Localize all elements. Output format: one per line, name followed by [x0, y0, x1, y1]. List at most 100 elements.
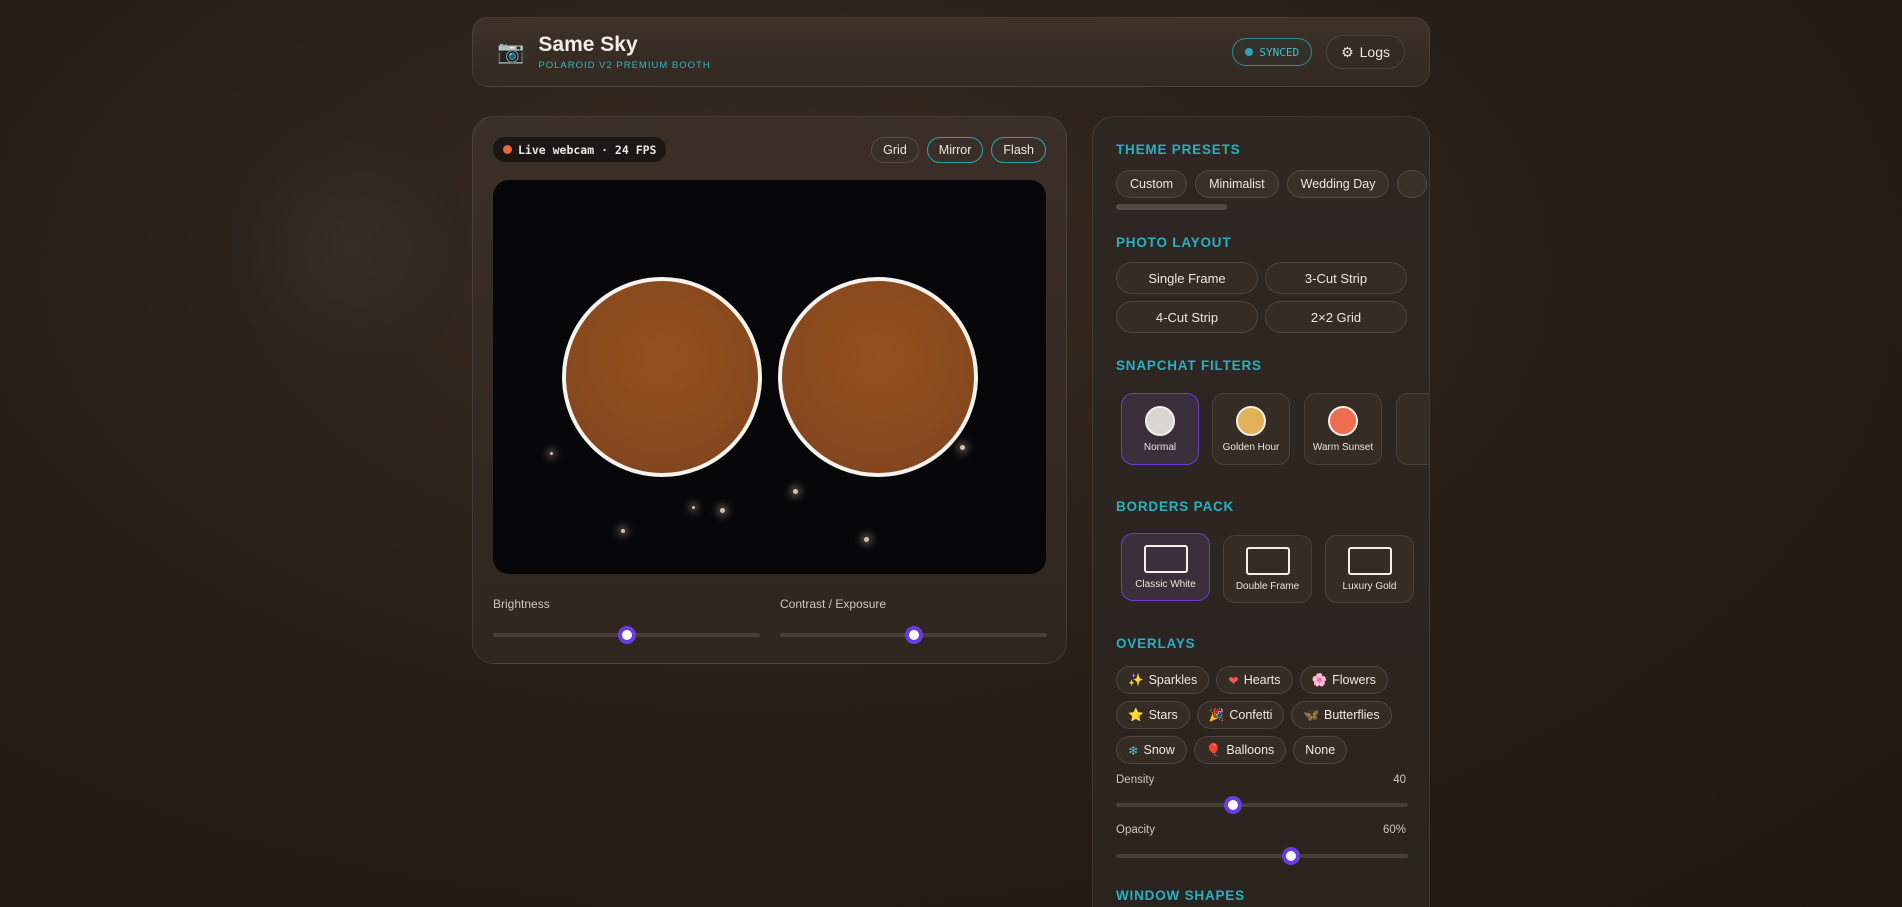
flash-toggle[interactable]: Flash [991, 137, 1046, 163]
frame-icon [1347, 546, 1392, 575]
overlay-label: Flowers [1332, 673, 1376, 687]
layout-4-cut-strip[interactable]: 4-Cut Strip [1116, 301, 1258, 333]
border-label: Double Frame [1235, 580, 1300, 592]
sync-status-badge: SYNCED [1232, 38, 1313, 66]
overlay-butterflies[interactable]: 🦋 Butterflies [1291, 701, 1392, 729]
overlay-label: Confetti [1229, 708, 1273, 722]
sparkle [720, 508, 725, 513]
logs-label: Logs [1359, 44, 1390, 60]
brightness-thumb[interactable] [617, 626, 636, 644]
overlay-none[interactable]: None [1293, 736, 1348, 764]
layout-2x2-grid[interactable]: 2×2 Grid [1265, 301, 1407, 333]
snowflake-icon: ❄ [1128, 743, 1139, 758]
overlay-balloons[interactable]: 🎈 Balloons [1193, 736, 1287, 764]
filter-swatch [1145, 405, 1175, 436]
filter-normal[interactable]: Normal [1121, 393, 1199, 465]
overlay-label: Balloons [1226, 743, 1275, 757]
preset-minimalist[interactable]: Minimalist [1195, 170, 1279, 198]
overlay-label: Sparkles [1148, 673, 1198, 687]
sparkle [793, 489, 798, 494]
theme-presets-title: THEME PRESETS [1116, 142, 1241, 157]
filters-title: SNAPCHAT FILTERS [1116, 358, 1262, 373]
overlays-title: OVERLAYS [1116, 636, 1196, 651]
density-slider[interactable] [1116, 796, 1408, 814]
borders-title: BORDERS PACK [1116, 499, 1235, 514]
preset-custom[interactable]: Custom [1116, 170, 1188, 198]
controls-panel: THEME PRESETS Custom Minimalist Wedding … [1092, 116, 1430, 907]
overlays-row: ❄ Snow 🎈 Balloons None [1116, 736, 1348, 764]
border-double-frame[interactable]: Double Frame [1223, 535, 1312, 603]
overlay-snow[interactable]: ❄ Snow [1116, 736, 1187, 764]
filter-label: Golden Hour [1222, 441, 1280, 453]
filter-warm-sunset[interactable]: Warm Sunset [1304, 393, 1382, 465]
contrast-control: Contrast / Exposure [780, 597, 1047, 644]
live-label: Live webcam · 24 FPS [518, 142, 657, 157]
window-shapes-title: WINDOW SHAPES [1116, 888, 1245, 903]
sparkles-icon: ✨ [1128, 672, 1144, 687]
preset-wedding-day[interactable]: Wedding Day [1286, 170, 1390, 198]
opacity-thumb[interactable] [1282, 847, 1301, 865]
sparkle [550, 452, 553, 455]
overlay-flowers[interactable]: 🌸 Flowers [1299, 666, 1388, 694]
overlays-row: ⭐ Stars 🎉 Confetti 🦋 Butterflies [1116, 701, 1392, 729]
sync-dot-icon [1245, 48, 1254, 56]
window-portal-left [562, 277, 762, 477]
window-portal-right [778, 277, 978, 477]
border-classic-white[interactable]: Classic White [1121, 533, 1210, 601]
overlay-sparkles[interactable]: ✨ Sparkles [1116, 666, 1210, 694]
overlay-label: None [1305, 743, 1336, 757]
live-indicator: Live webcam · 24 FPS [493, 137, 667, 162]
brightness-control: Brightness [493, 597, 760, 644]
brightness-label: Brightness [493, 597, 550, 611]
gear-icon: ⚙ [1341, 43, 1354, 60]
brand: Same Sky POLAROID V2 PREMIUM BOOTH [538, 33, 710, 71]
overlay-stars[interactable]: ⭐ Stars [1116, 701, 1190, 729]
grid-toggle[interactable]: Grid [871, 137, 919, 163]
camera-panel: Live webcam · 24 FPS Grid Mirror Flash B… [472, 116, 1067, 664]
filter-label: Warm Sunset [1312, 441, 1374, 453]
photo-layout-title: PHOTO LAYOUT [1116, 235, 1232, 250]
filter-golden-hour[interactable]: Golden Hour [1212, 393, 1290, 465]
balloon-icon: 🎈 [1205, 742, 1222, 757]
logs-button[interactable]: ⚙ Logs [1326, 35, 1405, 69]
contrast-thumb[interactable] [904, 626, 923, 644]
opacity-value: 60% [1382, 824, 1406, 836]
camera-icon: 📷 [497, 39, 525, 64]
brightness-slider[interactable] [493, 626, 760, 644]
butterfly-icon: 🦋 [1303, 707, 1320, 722]
app-subtitle: POLAROID V2 PREMIUM BOOTH [538, 60, 711, 71]
border-label: Luxury Gold [1342, 580, 1397, 592]
overlay-label: Stars [1148, 708, 1178, 722]
opacity-slider[interactable] [1116, 847, 1408, 865]
sparkle [692, 506, 695, 509]
overlay-label: Butterflies [1324, 708, 1380, 722]
density-thumb[interactable] [1223, 796, 1242, 814]
theme-presets-list: Custom Minimalist Wedding Day [1116, 170, 1428, 198]
confetti-icon: 🎉 [1208, 707, 1225, 722]
contrast-slider[interactable] [780, 626, 1047, 644]
overlay-hearts[interactable]: ❤ Hearts [1216, 666, 1293, 694]
app-header: 📷 Same Sky POLAROID V2 PREMIUM BOOTH SYN… [472, 17, 1430, 87]
sparkle [621, 529, 625, 533]
filter-swatch [1328, 405, 1358, 436]
density-value: 40 [1393, 774, 1406, 786]
mirror-toggle[interactable]: Mirror [926, 137, 984, 163]
app-title: Same Sky [538, 33, 638, 56]
filter-swatch [1236, 405, 1266, 436]
overlay-label: Snow [1143, 743, 1175, 757]
background-blob [232, 108, 468, 388]
frame-icon [1143, 544, 1188, 573]
layout-single-frame[interactable]: Single Frame [1116, 262, 1258, 294]
border-luxury-gold[interactable]: Luxury Gold [1325, 535, 1414, 603]
sparkle [960, 445, 965, 450]
overlay-confetti[interactable]: 🎉 Confetti [1196, 701, 1285, 729]
camera-preview[interactable] [493, 180, 1046, 574]
filter-more[interactable] [1396, 393, 1429, 465]
opacity-label: Opacity [1116, 824, 1155, 836]
camera-toggles: Grid Mirror Flash [871, 137, 1046, 163]
sync-status-label: SYNCED [1259, 45, 1300, 59]
border-label: Classic White [1135, 578, 1196, 590]
layout-3-cut-strip[interactable]: 3-Cut Strip [1265, 262, 1407, 294]
preset-more[interactable] [1397, 170, 1428, 198]
presets-scrollbar[interactable] [1116, 204, 1227, 210]
